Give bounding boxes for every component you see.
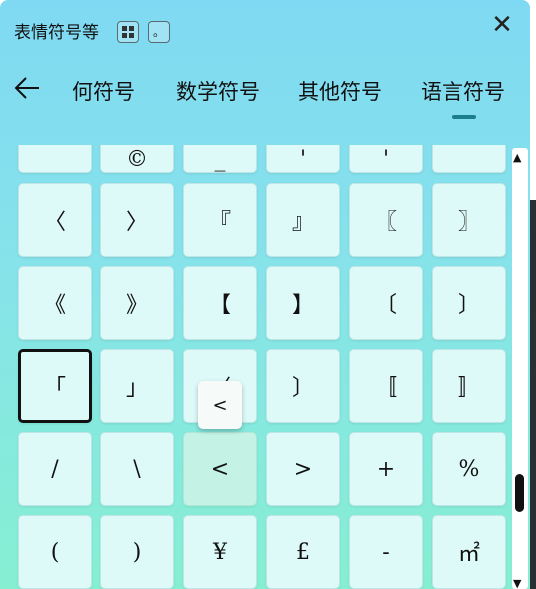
symbol-key[interactable]: _: [183, 145, 257, 173]
tab-math-symbols[interactable]: 数学符号: [176, 76, 260, 106]
symbol-key[interactable]: 〚: [349, 349, 423, 423]
symbol-key[interactable]: 【: [183, 266, 257, 340]
pressed-symbol-key[interactable]: <: [183, 432, 257, 506]
symbol-key[interactable]: 《: [18, 266, 92, 340]
close-icon[interactable]: ✕: [488, 12, 516, 40]
tab-geometry-symbols[interactable]: 何符号: [72, 76, 135, 106]
symbol-key[interactable]: \: [100, 432, 174, 506]
selected-symbol-key[interactable]: 「: [18, 349, 92, 423]
symbol-key[interactable]: £: [266, 515, 340, 589]
back-arrow-icon[interactable]: [12, 74, 46, 104]
symbol-key[interactable]: -: [349, 515, 423, 589]
symbol-key[interactable]: 〛: [432, 349, 506, 423]
symbol-key[interactable]: 〕: [432, 266, 506, 340]
panel-title: 表情符号等: [14, 23, 99, 43]
symbol-key[interactable]: /: [18, 432, 92, 506]
symbol-key[interactable]: [432, 145, 506, 173]
symbol-key[interactable]: 〖: [349, 183, 423, 257]
symbol-key[interactable]: 〉: [100, 183, 174, 257]
symbol-key[interactable]: %: [432, 432, 506, 506]
symbol-key[interactable]: ': [266, 145, 340, 173]
symbol-key[interactable]: ㎡: [432, 515, 506, 589]
tab-language-symbols[interactable]: 语言符号: [421, 76, 505, 106]
symbol-key[interactable]: 『: [183, 183, 257, 257]
punctuation-button[interactable]: 。: [148, 21, 170, 43]
symbol-key[interactable]: ): [100, 515, 174, 589]
symbol-key[interactable]: ': [349, 145, 423, 173]
symbol-key[interactable]: 】: [266, 266, 340, 340]
symbol-key[interactable]: 〈: [18, 183, 92, 257]
symbol-key[interactable]: 」: [100, 349, 174, 423]
symbol-key[interactable]: 〔: [349, 266, 423, 340]
symbol-grid: © _ ' ' 〈 〉 『 』 〖 〗 《 》 【 】 〔 〕 「 」 〈 〕 …: [0, 145, 510, 589]
scroll-up-icon[interactable]: ▲: [513, 152, 521, 164]
key-preview-popup: <: [198, 381, 242, 429]
background-window-edge: [530, 200, 536, 589]
symbol-key[interactable]: 〕: [266, 349, 340, 423]
grid-view-icon[interactable]: [117, 21, 139, 43]
emoji-symbol-panel: 表情符号等 。 ✕ 何符号 数学符号 其他符号 语言符号 © _ ' ' 〈 〉…: [0, 0, 530, 589]
symbol-key[interactable]: +: [349, 432, 423, 506]
symbol-key[interactable]: >: [266, 432, 340, 506]
symbol-key[interactable]: (: [18, 515, 92, 589]
symbol-key[interactable]: 》: [100, 266, 174, 340]
scrollbar-track[interactable]: [512, 148, 528, 589]
symbol-key[interactable]: 』: [266, 183, 340, 257]
symbol-key[interactable]: ©: [100, 145, 174, 173]
symbol-key[interactable]: ¥: [183, 515, 257, 589]
scrollbar-thumb[interactable]: [515, 474, 524, 512]
active-tab-indicator: [452, 115, 476, 119]
tab-other-symbols[interactable]: 其他符号: [298, 76, 382, 106]
symbol-key[interactable]: 〗: [432, 183, 506, 257]
scroll-down-icon[interactable]: ▼: [513, 578, 521, 589]
symbol-key[interactable]: [18, 145, 92, 173]
